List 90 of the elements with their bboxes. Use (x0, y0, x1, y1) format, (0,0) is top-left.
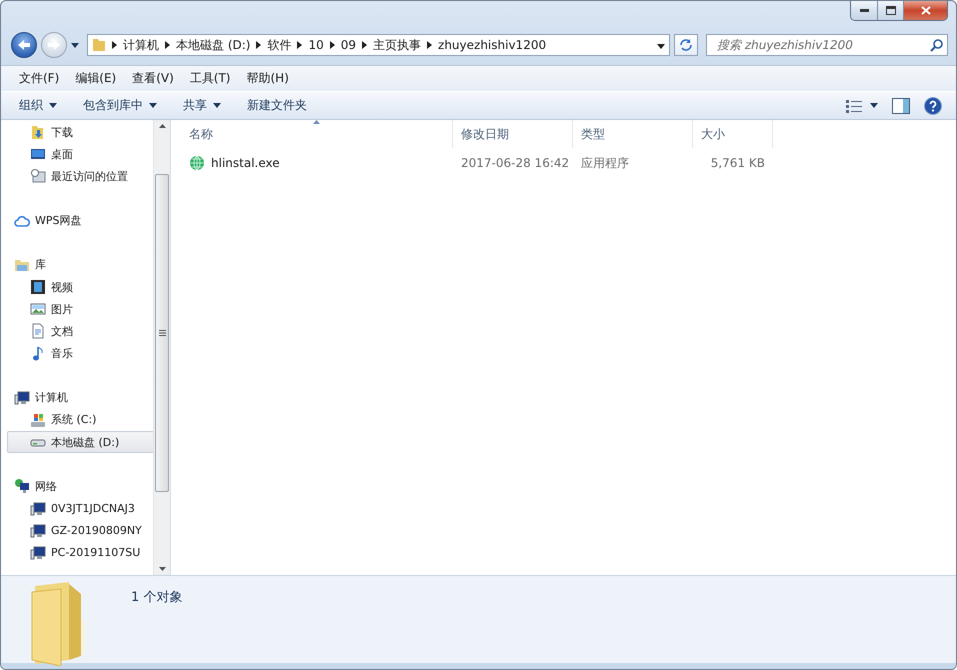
computer-icon (30, 500, 46, 517)
chevron-icon (427, 41, 432, 49)
sidebar-item[interactable]: WPS网盘 (7, 210, 153, 232)
sidebar-item[interactable]: GZ-20190809NY (7, 520, 153, 542)
refresh-button[interactable] (674, 34, 698, 56)
menu-item[interactable]: 工具(T) (182, 68, 238, 89)
recent-places-icon (30, 168, 46, 184)
toolbar-button[interactable]: 组织 (11, 94, 65, 117)
details-view-icon (846, 98, 862, 112)
maximize-icon (886, 6, 896, 15)
menu-item[interactable]: 编辑(E) (67, 68, 124, 89)
sidebar-item[interactable]: 桌面 (7, 143, 153, 166)
breadcrumb-segment[interactable]: 计算机 (123, 36, 159, 54)
refresh-icon (679, 38, 693, 52)
chevron-icon (362, 41, 368, 49)
folder-download-icon (30, 124, 46, 140)
item-count: 1 个对象 (131, 589, 182, 607)
film-icon (30, 279, 46, 296)
minimize-icon (860, 9, 868, 12)
breadcrumb-segment[interactable]: zhuyezhishiv1200 (438, 38, 546, 52)
breadcrumb-segment[interactable]: 主页执事 (373, 36, 422, 54)
address-bar[interactable]: 计算机 本地磁盘 (D:) 软件 10 09 主页执事 zhuyezhishiv1200 (87, 34, 670, 56)
column-header[interactable]: 修改日期 (453, 120, 573, 148)
caret-icon (149, 103, 157, 108)
sidebar-item[interactable]: 图片 (7, 298, 153, 320)
sidebar-item[interactable]: 计算机 (7, 386, 153, 409)
menu-item[interactable]: 帮助(H) (238, 68, 297, 89)
scrollbar[interactable] (153, 120, 170, 575)
size-cell-text: 5,761 KB (710, 155, 766, 172)
scroll-down-icon[interactable] (158, 567, 166, 571)
date-cell-text: 2017-06-28 16:42 (460, 155, 570, 172)
sidebar-item[interactable]: 本地磁盘 (D:) (7, 431, 153, 454)
breadcrumb-segment[interactable]: 软件 (267, 36, 292, 54)
menu-item[interactable]: 文件(F) (11, 68, 68, 89)
computer-icon (14, 390, 30, 406)
preview-pane-icon (892, 98, 910, 114)
network-icon (14, 478, 30, 494)
scroll-up-icon[interactable] (158, 124, 166, 128)
globe-icon (189, 155, 205, 171)
chevron-icon (256, 41, 262, 49)
type-cell-text: 应用程序 (580, 154, 630, 172)
chevron-icon (297, 41, 302, 49)
search-field[interactable]: 搜索 zhuyezhishiv1200 (706, 34, 948, 56)
breadcrumb-segment[interactable]: 10 (308, 38, 324, 52)
close-button[interactable] (903, 1, 947, 20)
sidebar-item[interactable]: 文档 (7, 320, 153, 342)
caret-icon (71, 42, 79, 48)
computer-icon (30, 544, 46, 561)
sidebar-item[interactable]: 系统 (C:) (7, 408, 153, 432)
computer-icon (30, 522, 46, 539)
toolbar-button[interactable]: 共享 (175, 94, 229, 117)
sidebar-item[interactable]: 最近访问的位置 (7, 165, 153, 188)
breadcrumb-segment[interactable]: 09 (340, 38, 356, 52)
column-header[interactable]: 大小 (693, 120, 773, 148)
scrollbar-thumb[interactable] (155, 174, 169, 492)
windows-drive-icon (30, 412, 46, 428)
document-icon (30, 323, 46, 340)
caret-icon (657, 44, 665, 49)
sidebar-item[interactable]: 音乐 (7, 342, 153, 365)
toolbar-button[interactable]: 新建文件夹 (239, 94, 315, 117)
sidebar-item[interactable]: 下载 (7, 121, 153, 144)
column-header[interactable]: 名称 (181, 120, 453, 148)
back-button[interactable] (11, 32, 37, 58)
minimize-button[interactable] (851, 1, 877, 20)
folder-icon (92, 38, 106, 52)
picture-icon (30, 301, 46, 318)
forward-arrow-icon (47, 39, 61, 51)
maximize-button[interactable] (877, 1, 903, 20)
sidebar-item[interactable]: 视频 (7, 276, 153, 298)
caret-icon (49, 103, 57, 108)
column-header[interactable]: 类型 (573, 120, 693, 148)
chevron-icon (165, 41, 170, 49)
file-name-cell[interactable]: hlinstal.exe (181, 151, 453, 175)
preview-pane-button[interactable] (890, 96, 912, 116)
breadcrumb-segment[interactable]: 本地磁盘 (D:) (176, 36, 250, 54)
help-icon (924, 96, 942, 114)
close-icon (920, 6, 930, 15)
help-button[interactable] (922, 94, 944, 116)
toolbar-button[interactable]: 包含到库中 (75, 94, 165, 117)
chevron-icon (330, 41, 335, 49)
sidebar-item[interactable]: PC-20191107SU (7, 542, 153, 564)
menu-item[interactable]: 查看(V) (124, 68, 182, 89)
sidebar-item[interactable]: 网络 (7, 475, 153, 498)
sidebar-item[interactable]: 0V3JT1JDCNAJ3 (7, 497, 153, 520)
search-icon (930, 38, 943, 52)
back-arrow-icon (17, 39, 31, 51)
chevron-icon (112, 41, 117, 49)
caret-icon (870, 103, 878, 108)
caret-icon (213, 103, 221, 108)
sidebar-item[interactable]: 库 (7, 254, 153, 276)
